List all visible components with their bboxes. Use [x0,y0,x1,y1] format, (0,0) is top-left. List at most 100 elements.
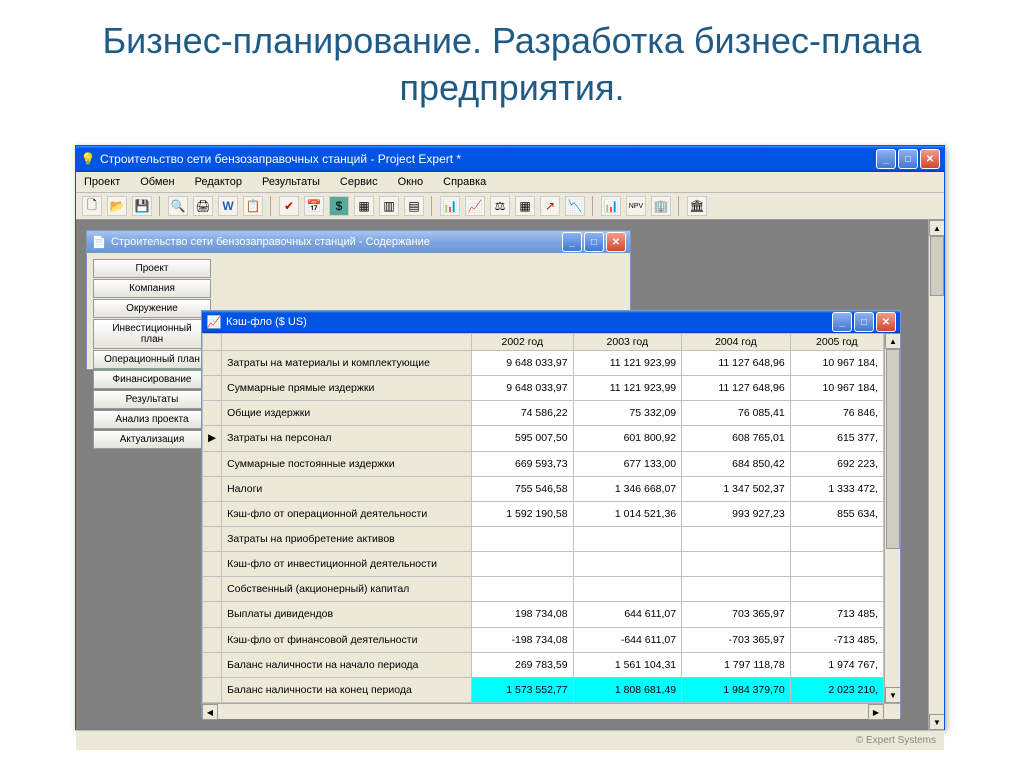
main-titlebar[interactable]: 💡 Строительство сети бензозаправочных ст… [76,146,944,172]
cell-value[interactable] [682,526,791,551]
scroll-down-icon[interactable]: ▼ [929,714,944,730]
cell-value[interactable]: 669 593,73 [472,451,573,476]
cell-value[interactable]: 2 023 210, [790,677,883,702]
nav-analysis[interactable]: Анализ проекта [93,410,211,429]
table-row[interactable]: Выплаты дивидендов198 734,08644 611,0770… [203,602,884,627]
minimize-button[interactable]: _ [832,312,852,332]
cell-value[interactable]: 11 121 923,99 [573,376,682,401]
table-row[interactable]: Баланс наличности на начало периода269 7… [203,652,884,677]
mdi-vscroll[interactable]: ▲ ▼ [928,220,944,730]
cell-value[interactable]: 703 365,97 [682,602,791,627]
chart-icon[interactable]: ↗ [540,196,560,216]
word-icon[interactable]: W [218,196,238,216]
new-icon[interactable]: 🗋 [82,196,102,216]
cell-value[interactable] [682,577,791,602]
check-icon[interactable]: ✔ [279,196,299,216]
cashflow-titlebar[interactable]: 📈 Кэш-фло ($ US) _ □ ✕ [202,311,900,333]
col-header[interactable]: 2002 год [472,334,573,351]
cell-value[interactable]: 1 333 472, [790,476,883,501]
cell-value[interactable]: 11 121 923,99 [573,351,682,376]
cell-value[interactable] [790,577,883,602]
nav-company[interactable]: Компания [93,279,211,298]
content-titlebar[interactable]: 📄 Строительство сети бензозаправочных ст… [87,231,630,253]
cell-value[interactable]: 1 573 552,77 [472,677,573,702]
col-header[interactable]: 2005 год [790,334,883,351]
minimize-button[interactable]: _ [562,232,582,252]
scroll-left-icon[interactable]: ◀ [202,704,218,720]
preview-icon[interactable]: 🔍 [168,196,188,216]
calendar-icon[interactable]: 📅 [304,196,324,216]
cell-value[interactable]: 713 485, [790,602,883,627]
menu-project[interactable]: Проект [80,174,124,190]
maximize-button[interactable]: □ [854,312,874,332]
cell-value[interactable]: 198 734,08 [472,602,573,627]
cell-value[interactable]: 684 850,42 [682,451,791,476]
scroll-right-icon[interactable]: ▶ [868,704,884,720]
scroll-up-icon[interactable]: ▲ [929,220,944,236]
print-icon[interactable]: 🖨 [193,196,213,216]
cell-value[interactable]: 269 783,59 [472,652,573,677]
cell-value[interactable]: -198 734,08 [472,627,573,652]
tool-icon[interactable]: 📈 [465,196,485,216]
cell-value[interactable] [682,552,791,577]
maximize-button[interactable]: □ [584,232,604,252]
tool-icon[interactable]: 📉 [565,196,585,216]
cell-value[interactable]: 1 984 379,70 [682,677,791,702]
scroll-down-icon[interactable]: ▼ [885,687,900,703]
cell-value[interactable]: 11 127 648,96 [682,376,791,401]
col-header[interactable]: 2004 год [682,334,791,351]
table-row[interactable]: Общие издержки74 586,2275 332,0976 085,4… [203,401,884,426]
cell-value[interactable]: 615 377, [790,426,883,451]
cell-value[interactable]: 755 546,58 [472,476,573,501]
cell-value[interactable]: 993 927,23 [682,501,791,526]
cell-value[interactable]: -644 611,07 [573,627,682,652]
cell-value[interactable]: 1 592 190,58 [472,501,573,526]
cell-value[interactable]: 10 967 184, [790,376,883,401]
cell-value[interactable]: -703 365,97 [682,627,791,652]
cashflow-grid[interactable]: 2002 год 2003 год 2004 год 2005 год Затр… [202,333,884,703]
cell-value[interactable]: 10 967 184, [790,351,883,376]
cell-value[interactable]: 74 586,22 [472,401,573,426]
menu-help[interactable]: Справка [439,174,490,190]
col-header[interactable]: 2003 год [573,334,682,351]
table-row[interactable]: Собственный (акционерный) капитал [203,577,884,602]
cell-value[interactable]: 677 133,00 [573,451,682,476]
cell-value[interactable] [573,552,682,577]
menu-results[interactable]: Результаты [258,174,324,190]
scroll-thumb[interactable] [886,349,900,549]
cell-value[interactable]: 644 611,07 [573,602,682,627]
cell-value[interactable] [573,577,682,602]
close-button[interactable]: ✕ [876,312,896,332]
grid-vscroll[interactable]: ▲ ▼ [884,333,900,703]
nav-update[interactable]: Актуализация [93,430,211,449]
tool-icon[interactable]: ▦ [354,196,374,216]
cell-value[interactable]: 76 085,41 [682,401,791,426]
menu-exchange[interactable]: Обмен [136,174,178,190]
menu-editor[interactable]: Редактор [191,174,246,190]
table-row[interactable]: Суммарные прямые издержки9 648 033,9711 … [203,376,884,401]
cell-value[interactable]: 1 347 502,37 [682,476,791,501]
cell-value[interactable]: 75 332,09 [573,401,682,426]
maximize-button[interactable]: □ [898,149,918,169]
tool-icon[interactable]: ▤ [404,196,424,216]
cell-value[interactable]: 1 346 668,07 [573,476,682,501]
scroll-up-icon[interactable]: ▲ [885,333,900,349]
close-button[interactable]: ✕ [606,232,626,252]
table-row[interactable]: Кэш-фло от инвестиционной деятельности [203,552,884,577]
tool-icon[interactable]: ▦ [515,196,535,216]
cell-value[interactable] [472,552,573,577]
cell-value[interactable]: -713 485, [790,627,883,652]
table-row[interactable]: Налоги755 546,581 346 668,071 347 502,37… [203,476,884,501]
cell-value[interactable]: 1 974 767, [790,652,883,677]
save-icon[interactable]: 💾 [132,196,152,216]
table-row[interactable]: Затраты на материалы и комплектующие9 64… [203,351,884,376]
table-row[interactable]: Суммарные постоянные издержки669 593,736… [203,451,884,476]
scroll-thumb[interactable] [930,236,944,296]
cell-value[interactable] [472,526,573,551]
table-row[interactable]: ▶Затраты на персонал595 007,50601 800,92… [203,426,884,451]
menu-window[interactable]: Окно [394,174,428,190]
grid-hscroll[interactable]: ◀ ▶ [202,703,900,719]
open-icon[interactable]: 📂 [107,196,127,216]
nav-results[interactable]: Результаты [93,390,211,409]
cell-value[interactable]: 595 007,50 [472,426,573,451]
